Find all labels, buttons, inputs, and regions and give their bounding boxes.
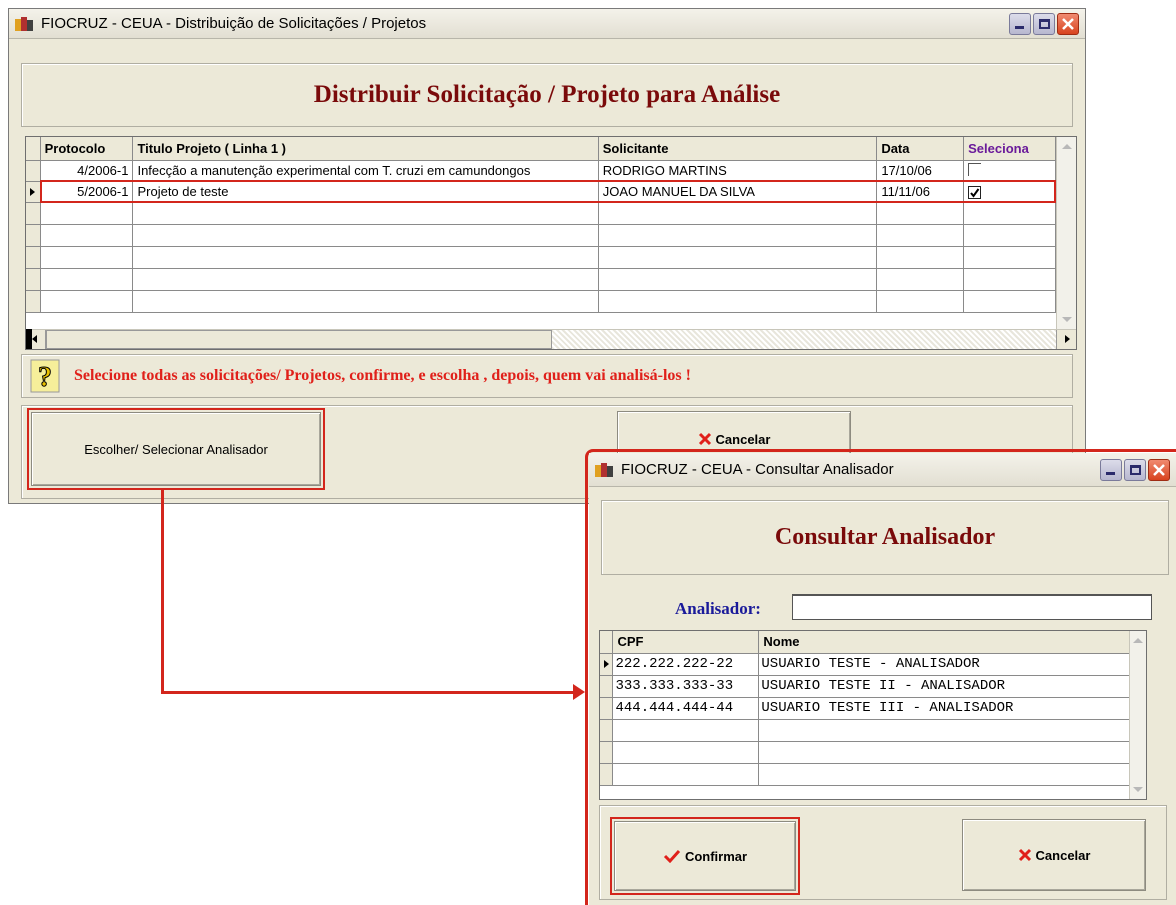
dialog-window-title: FIOCRUZ - CEUA - Consultar Analisador bbox=[621, 461, 894, 478]
svg-text:?: ? bbox=[38, 362, 52, 393]
col-seleciona[interactable]: Seleciona bbox=[963, 137, 1056, 161]
dialog-close-button[interactable] bbox=[1148, 459, 1170, 481]
current-row-indicator-icon bbox=[604, 660, 609, 668]
connector-line-vertical bbox=[161, 489, 164, 694]
vertical-scrollbar[interactable] bbox=[1056, 137, 1076, 331]
confirm-button[interactable]: Confirmar bbox=[614, 821, 796, 891]
col-protocolo[interactable]: Protocolo bbox=[40, 137, 134, 161]
close-icon bbox=[1062, 18, 1074, 30]
minimize-icon bbox=[1106, 472, 1115, 475]
maximize-icon bbox=[1039, 19, 1050, 29]
maximize-icon bbox=[1130, 465, 1141, 475]
dialog-minimize-button[interactable] bbox=[1100, 459, 1122, 481]
dialog-titlebar[interactable]: FIOCRUZ - CEUA - Consultar Analisador bbox=[589, 453, 1176, 487]
main-titlebar[interactable]: FIOCRUZ - CEUA - Distribuição de Solicit… bbox=[9, 9, 1085, 39]
maximize-button[interactable] bbox=[1033, 13, 1055, 35]
dialog-cancel-button[interactable]: Cancelar bbox=[962, 819, 1146, 891]
table-row[interactable]: 4/2006-1 Infecção a manutenção experimen… bbox=[26, 160, 1056, 182]
choose-analyzer-button[interactable]: Escolher/ Selecionar Analisador bbox=[31, 412, 321, 486]
analyzer-field-label: Analisador: bbox=[675, 599, 761, 618]
dialog-vertical-scrollbar[interactable] bbox=[1129, 631, 1146, 799]
close-icon bbox=[1153, 464, 1165, 476]
selected-row-highlight bbox=[40, 180, 1056, 203]
main-heading-panel: Distribuir Solicitação / Projeto para An… bbox=[21, 63, 1073, 127]
cell-cpf[interactable]: 333.333.333-33 bbox=[612, 675, 760, 698]
dialog-app-icon bbox=[595, 461, 615, 479]
close-button[interactable] bbox=[1057, 13, 1079, 35]
cell-solicitante[interactable]: RODRIGO MARTINS bbox=[598, 160, 878, 182]
scroll-right-button[interactable] bbox=[1056, 330, 1076, 349]
cell-nome[interactable]: USUARIO TESTE II - ANALISADOR bbox=[758, 675, 1131, 698]
cancel-x-icon bbox=[1018, 848, 1031, 862]
col-titulo[interactable]: Titulo Projeto ( Linha 1 ) bbox=[132, 137, 599, 161]
cell-cpf[interactable]: 444.444.444-44 bbox=[612, 697, 760, 720]
col-nome[interactable]: Nome bbox=[758, 631, 1131, 654]
cell-nome[interactable]: USUARIO TESTE - ANALISADOR bbox=[758, 653, 1131, 676]
question-mark-icon: ? bbox=[30, 359, 60, 393]
cell-cpf[interactable]: 222.222.222-22 bbox=[612, 653, 760, 676]
choose-analyzer-label: Escolher/ Selecionar Analisador bbox=[84, 441, 268, 457]
col-cpf[interactable]: CPF bbox=[612, 631, 760, 654]
main-heading: Distribuir Solicitação / Projeto para An… bbox=[313, 81, 781, 108]
scroll-down-arrow-icon[interactable] bbox=[1133, 787, 1143, 792]
select-checkbox[interactable] bbox=[968, 162, 982, 176]
app-icon bbox=[15, 15, 35, 33]
main-cancel-label: Cancelar bbox=[715, 432, 771, 447]
cell-nome[interactable]: USUARIO TESTE III - ANALISADOR bbox=[758, 697, 1131, 720]
cancel-x-icon bbox=[698, 432, 711, 446]
dialog-cancel-label: Cancelar bbox=[1035, 847, 1091, 863]
minimize-icon bbox=[1015, 26, 1024, 29]
checkmark-icon bbox=[663, 849, 681, 863]
cell-titulo[interactable]: Infecção a manutenção experimental com T… bbox=[132, 160, 599, 182]
minimize-button[interactable] bbox=[1009, 13, 1031, 35]
current-row-indicator-icon bbox=[30, 187, 35, 196]
cell-seleciona[interactable] bbox=[963, 160, 1056, 182]
dialog-window: FIOCRUZ - CEUA - Consultar Analisador Co… bbox=[589, 453, 1176, 905]
scroll-left-arrow-icon bbox=[32, 335, 37, 343]
dialog-heading-panel: Consultar Analisador bbox=[601, 500, 1169, 575]
projects-grid[interactable]: Protocolo Titulo Projeto ( Linha 1 ) Sol… bbox=[25, 136, 1077, 350]
analyzers-grid[interactable]: CPF Nome 222.222.222-22 USUARIO TESTE - … bbox=[599, 630, 1147, 800]
table-row[interactable]: 333.333.333-33 USUARIO TESTE II - ANALIS… bbox=[600, 675, 1131, 698]
table-row[interactable]: 444.444.444-44 USUARIO TESTE III - ANALI… bbox=[600, 697, 1131, 720]
connector-line-horizontal bbox=[161, 691, 574, 694]
cell-protocolo[interactable]: 4/2006-1 bbox=[40, 160, 134, 182]
hint-panel: ? Selecione todas as solicitações/ Proje… bbox=[21, 354, 1073, 398]
table-row[interactable]: 222.222.222-22 USUARIO TESTE - ANALISADO… bbox=[600, 653, 1131, 676]
scroll-down-arrow-icon[interactable] bbox=[1062, 317, 1072, 322]
confirm-label: Confirmar bbox=[684, 848, 748, 864]
dialog-maximize-button[interactable] bbox=[1124, 459, 1146, 481]
horizontal-scroll-thumb[interactable] bbox=[46, 330, 552, 349]
dialog-heading: Consultar Analisador bbox=[774, 524, 996, 550]
col-solicitante[interactable]: Solicitante bbox=[598, 137, 878, 161]
col-data[interactable]: Data bbox=[876, 137, 965, 161]
horizontal-scrollbar[interactable] bbox=[26, 329, 1076, 349]
analyzer-search-input[interactable] bbox=[792, 594, 1152, 620]
main-window: FIOCRUZ - CEUA - Distribuição de Solicit… bbox=[8, 8, 1086, 504]
grid-left-marker bbox=[26, 329, 32, 349]
scroll-up-arrow-icon[interactable] bbox=[1062, 144, 1072, 149]
scroll-right-arrow-icon bbox=[1065, 335, 1070, 343]
main-window-title: FIOCRUZ - CEUA - Distribuição de Solicit… bbox=[41, 15, 427, 32]
hint-text: Selecione todas as solicitações/ Projeto… bbox=[74, 367, 691, 384]
cell-data[interactable]: 17/10/06 bbox=[876, 160, 965, 182]
scroll-up-arrow-icon[interactable] bbox=[1133, 638, 1143, 643]
